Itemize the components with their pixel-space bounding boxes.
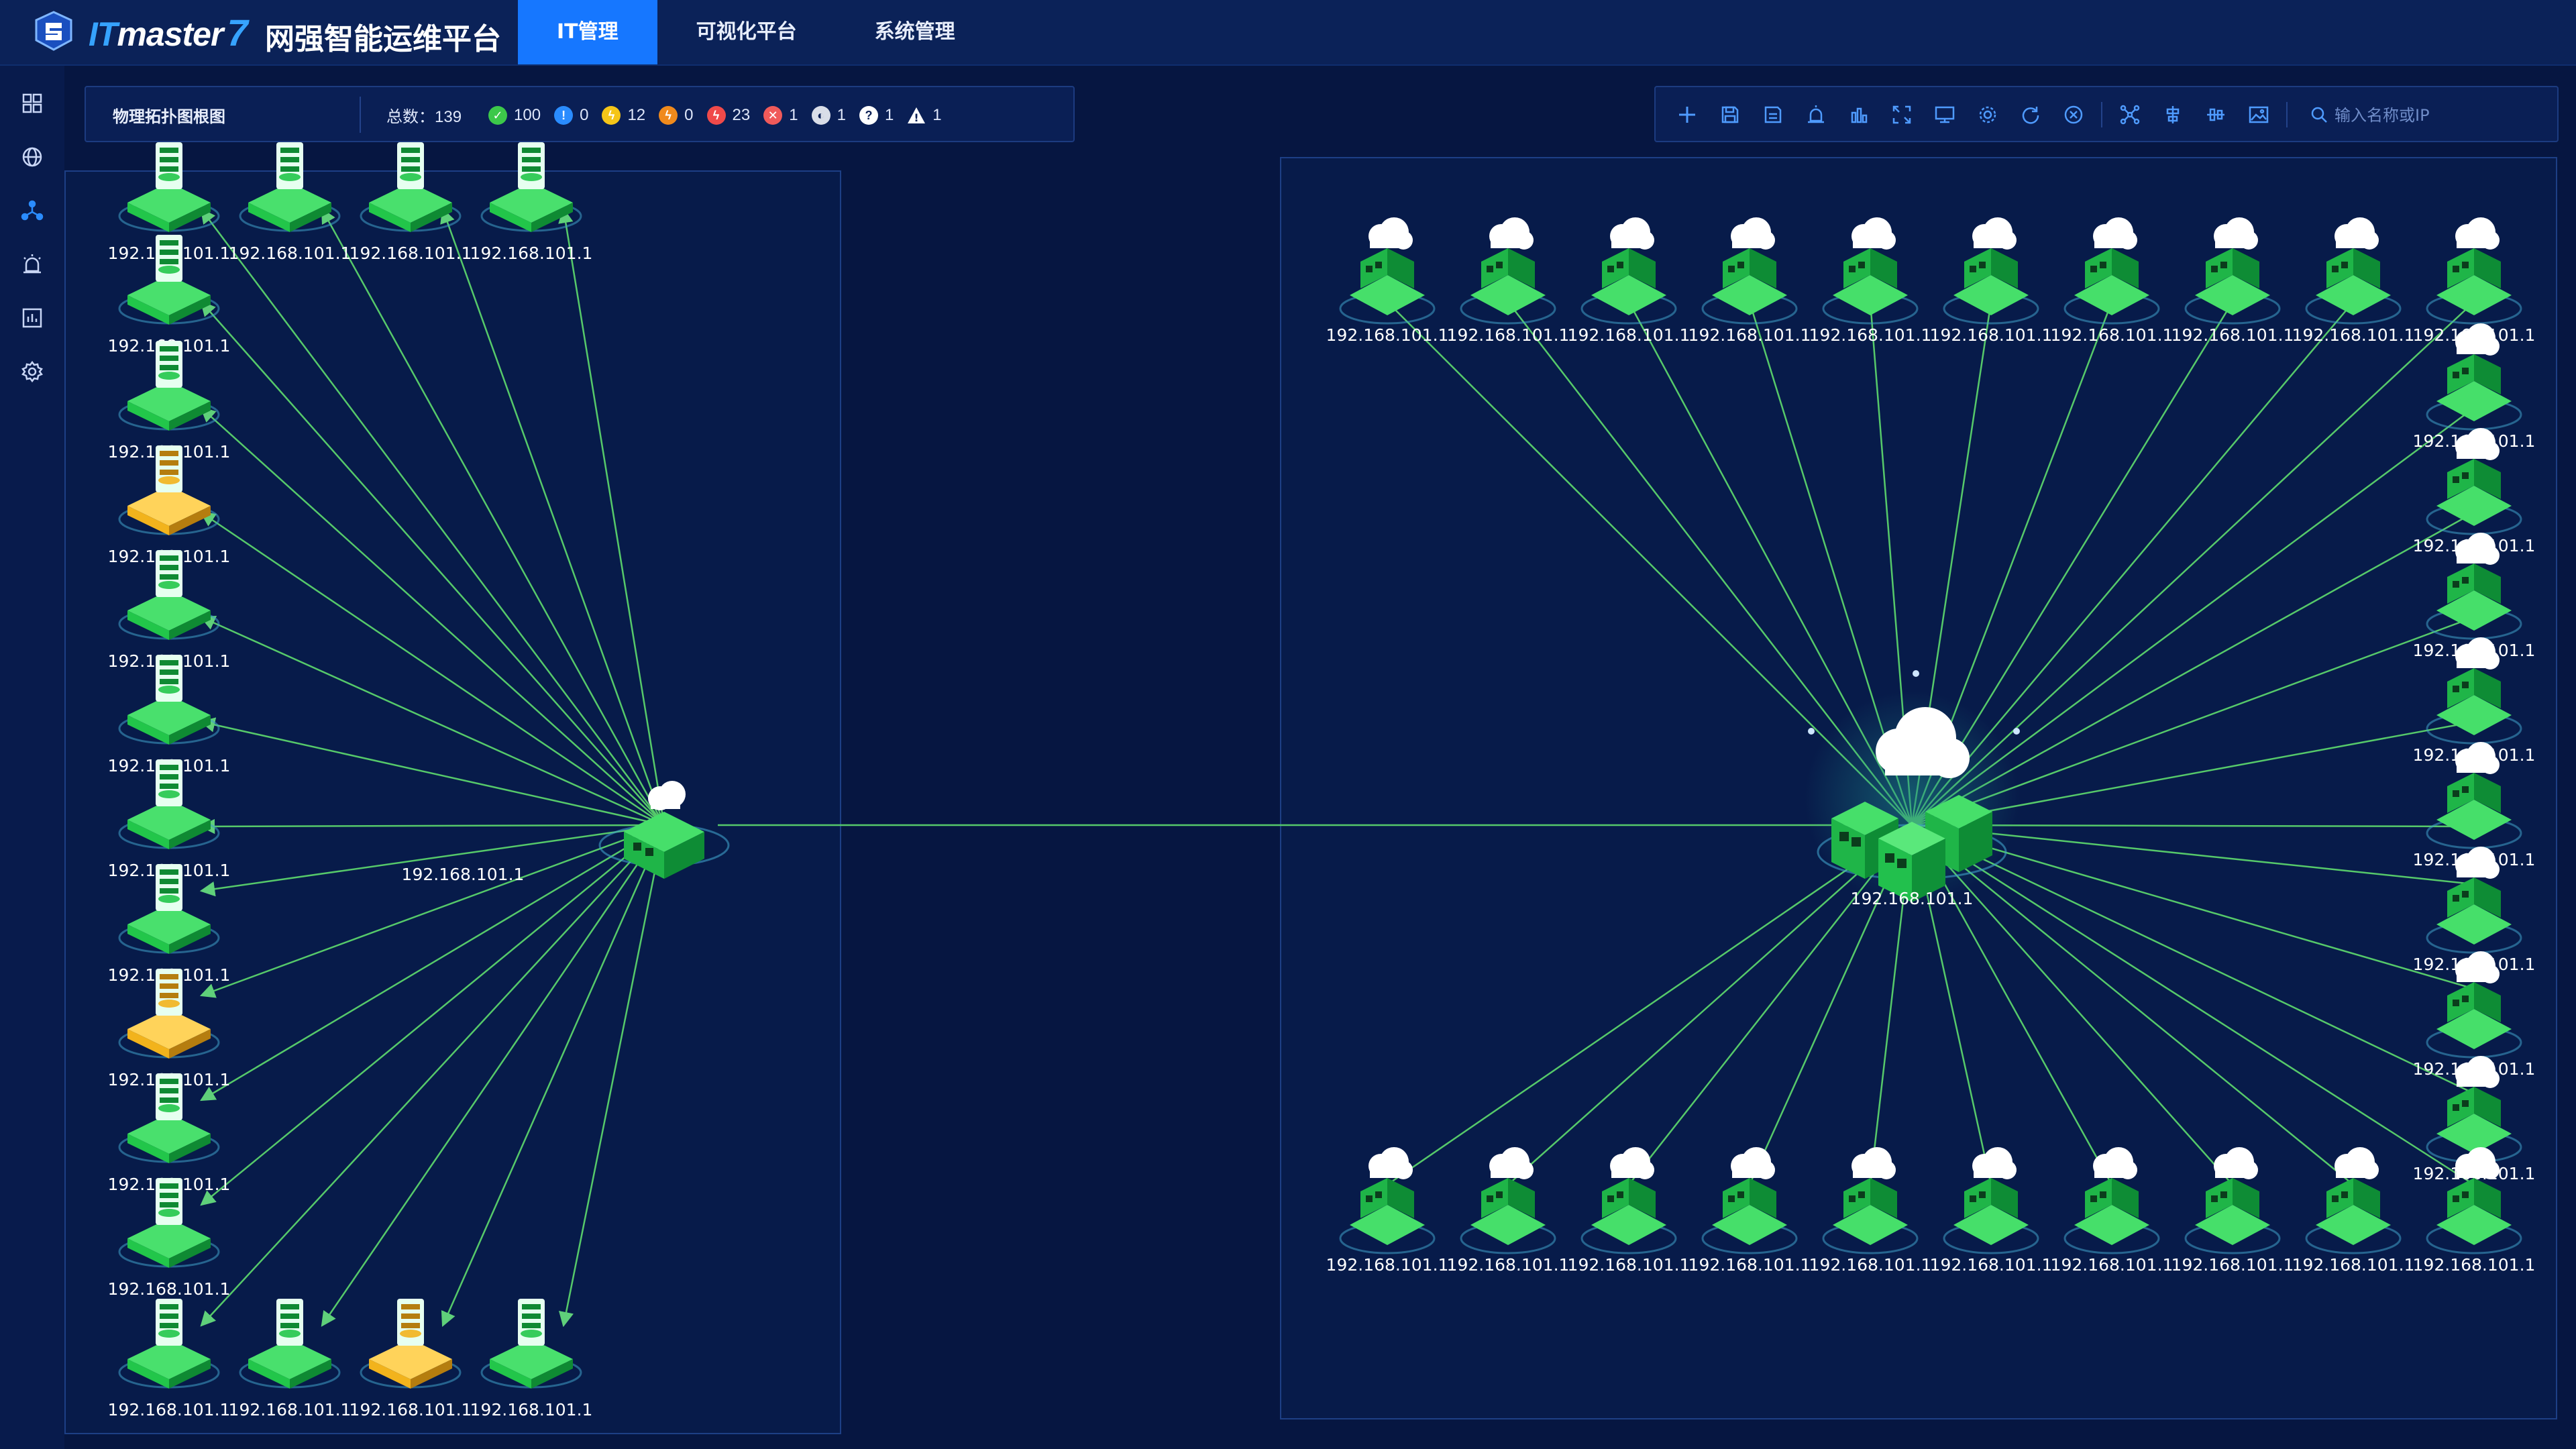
node-label: 192.168.101.1 bbox=[470, 244, 593, 263]
topology-link bbox=[199, 818, 665, 835]
node-label: 192.168.101.1 bbox=[1930, 1255, 2053, 1275]
cloud-node[interactable]: 192.168.101.1 bbox=[1930, 217, 2053, 345]
topology-link bbox=[558, 207, 665, 826]
node-label: 192.168.101.1 bbox=[1326, 1255, 1449, 1275]
device-node[interactable]: 192.168.101.1 bbox=[108, 445, 231, 566]
node-label: 192.168.101.1 bbox=[1809, 1255, 1932, 1275]
node-label: 192.168.101.1 bbox=[1688, 325, 1811, 345]
device-node[interactable]: 192.168.101.1 bbox=[108, 759, 231, 880]
topology-link bbox=[440, 207, 665, 826]
device-node[interactable]: 192.168.101.1 bbox=[470, 142, 593, 263]
cloud-node[interactable]: 192.168.101.1 bbox=[2292, 217, 2415, 345]
node-label: 192.168.101.1 bbox=[2292, 1255, 2415, 1275]
hub-label: 192.168.101.1 bbox=[402, 865, 525, 884]
topology-link bbox=[200, 208, 665, 826]
cloud-node[interactable]: 192.168.101.1 bbox=[1688, 217, 1811, 345]
device-node[interactable]: 192.168.101.1 bbox=[108, 1073, 231, 1194]
cloud-node[interactable]: 192.168.101.1 bbox=[1568, 217, 1690, 345]
device-node[interactable]: 192.168.101.1 bbox=[229, 142, 352, 263]
device-node[interactable]: 192.168.101.1 bbox=[229, 1299, 352, 1419]
topology-link bbox=[200, 511, 665, 826]
device-node[interactable]: 192.168.101.1 bbox=[108, 1299, 231, 1419]
topology-link bbox=[200, 407, 665, 826]
node-label: 192.168.101.1 bbox=[229, 1400, 352, 1419]
topology-link bbox=[321, 824, 665, 1327]
topology-link bbox=[1911, 824, 2475, 1186]
cloud-node[interactable]: 192.168.101.1 bbox=[1326, 217, 1449, 345]
cloud-node[interactable]: 192.168.101.1 bbox=[1447, 1147, 1570, 1275]
cloud-node[interactable]: 192.168.101.1 bbox=[2292, 1147, 2415, 1275]
device-node[interactable]: 192.168.101.1 bbox=[108, 864, 231, 985]
cloud-node[interactable]: 192.168.101.1 bbox=[1447, 217, 1570, 345]
node-label: 192.168.101.1 bbox=[2413, 1255, 2536, 1275]
device-node[interactable]: 192.168.101.1 bbox=[108, 969, 231, 1089]
node-label: 192.168.101.1 bbox=[2171, 325, 2294, 345]
topology-links bbox=[199, 207, 2475, 1328]
node-label: 192.168.101.1 bbox=[1326, 325, 1449, 345]
node-label: 192.168.101.1 bbox=[1688, 1255, 1811, 1275]
device-node[interactable]: 192.168.101.1 bbox=[350, 142, 472, 263]
cloud-node[interactable]: 192.168.101.1 bbox=[1930, 1147, 2053, 1275]
topology-link bbox=[200, 301, 665, 826]
cloud-node[interactable]: 192.168.101.1 bbox=[1326, 1147, 1449, 1275]
topology-link bbox=[441, 824, 665, 1328]
node-label: 192.168.101.1 bbox=[1568, 1255, 1690, 1275]
hub-label: 192.168.101.1 bbox=[1851, 889, 1974, 908]
device-node[interactable]: 192.168.101.1 bbox=[470, 1299, 593, 1419]
topology-link bbox=[1387, 824, 1913, 1186]
switch-hub-node[interactable]: 192.168.101.1 bbox=[402, 781, 730, 884]
node-label: 192.168.101.1 bbox=[1930, 325, 2053, 345]
cloud-node[interactable]: 192.168.101.1 bbox=[1809, 217, 1932, 345]
topology-link bbox=[199, 717, 665, 826]
node-label: 192.168.101.1 bbox=[2051, 1255, 2174, 1275]
node-label: 192.168.101.1 bbox=[1568, 325, 1690, 345]
device-node[interactable]: 192.168.101.1 bbox=[108, 341, 231, 462]
cloud-node[interactable]: 192.168.101.1 bbox=[2171, 1147, 2294, 1275]
cloud-node[interactable]: 192.168.101.1 bbox=[1809, 1147, 1932, 1275]
node-label: 192.168.101.1 bbox=[2171, 1255, 2294, 1275]
node-label: 192.168.101.1 bbox=[229, 244, 352, 263]
device-node[interactable]: 192.168.101.1 bbox=[108, 550, 231, 671]
topology-link bbox=[321, 208, 665, 826]
topology-link bbox=[200, 824, 665, 1327]
cloud-node[interactable]: 192.168.101.1 bbox=[1568, 1147, 1690, 1275]
node-label: 192.168.101.1 bbox=[350, 244, 472, 263]
node-label: 192.168.101.1 bbox=[470, 1400, 593, 1419]
topology-link bbox=[199, 616, 665, 826]
cloud-node[interactable]: 192.168.101.1 bbox=[2051, 217, 2174, 345]
device-node[interactable]: 192.168.101.1 bbox=[108, 655, 231, 775]
device-node[interactable]: 192.168.101.1 bbox=[350, 1299, 472, 1419]
node-label: 192.168.101.1 bbox=[1447, 325, 1570, 345]
node-label: 192.168.101.1 bbox=[350, 1400, 472, 1419]
node-label: 192.168.101.1 bbox=[2292, 325, 2415, 345]
topology-link bbox=[199, 824, 665, 998]
node-label: 192.168.101.1 bbox=[1809, 325, 1932, 345]
topology-graph: 192.168.101.1192.168.101.1192.168.101.11… bbox=[108, 142, 2536, 1419]
cloud-node[interactable]: 192.168.101.1 bbox=[2171, 217, 2294, 345]
node-label: 192.168.101.1 bbox=[2051, 325, 2174, 345]
node-label: 192.168.101.1 bbox=[108, 1400, 231, 1419]
cloud-node[interactable]: 192.168.101.1 bbox=[1688, 1147, 1811, 1275]
topology-nodes: 192.168.101.1192.168.101.1192.168.101.11… bbox=[108, 142, 2536, 1419]
cloud-node[interactable]: 192.168.101.1 bbox=[2051, 1147, 2174, 1275]
node-label: 192.168.101.1 bbox=[1447, 1255, 1570, 1275]
node-label: 192.168.101.1 bbox=[108, 1279, 231, 1299]
